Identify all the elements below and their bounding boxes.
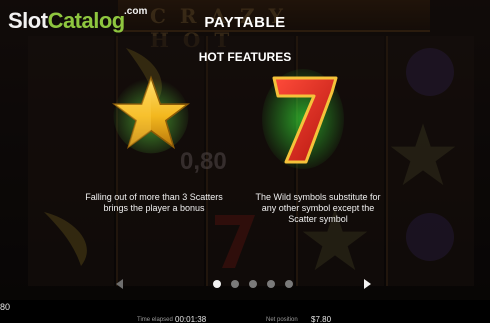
paytable-subtitle: HOT FEATURES — [198, 50, 292, 64]
red-seven-wild-icon — [262, 69, 344, 169]
overlay-dim — [0, 0, 490, 300]
page-dot-2[interactable] — [231, 280, 239, 288]
gold-star-scatter-icon — [112, 75, 190, 154]
scatter-description: Falling out of more than 3 Scatters brin… — [85, 192, 223, 213]
net-position-label: Net position — [266, 317, 298, 323]
next-page-arrow[interactable] — [364, 279, 371, 289]
game-screen: CRAZY HOT 0,80 — [0, 0, 490, 323]
paytable-title: PAYTABLE — [204, 14, 286, 31]
previous-page-arrow[interactable] — [116, 279, 123, 289]
balance-value: 80 — [0, 302, 11, 312]
reels-background: CRAZY HOT 0,80 — [0, 0, 490, 300]
time-elapsed-label: Time elapsed — [137, 317, 173, 323]
net-position-value: $7.80 — [311, 315, 332, 323]
time-elapsed-value: 00:01:38 — [175, 315, 207, 323]
page-dot-1[interactable] — [213, 280, 221, 288]
page-dot-4[interactable] — [267, 280, 275, 288]
page-dot-5[interactable] — [285, 280, 293, 288]
wild-description: The Wild symbols substitute for any othe… — [255, 192, 381, 224]
status-bar — [0, 300, 490, 323]
page-dot-3[interactable] — [249, 280, 257, 288]
